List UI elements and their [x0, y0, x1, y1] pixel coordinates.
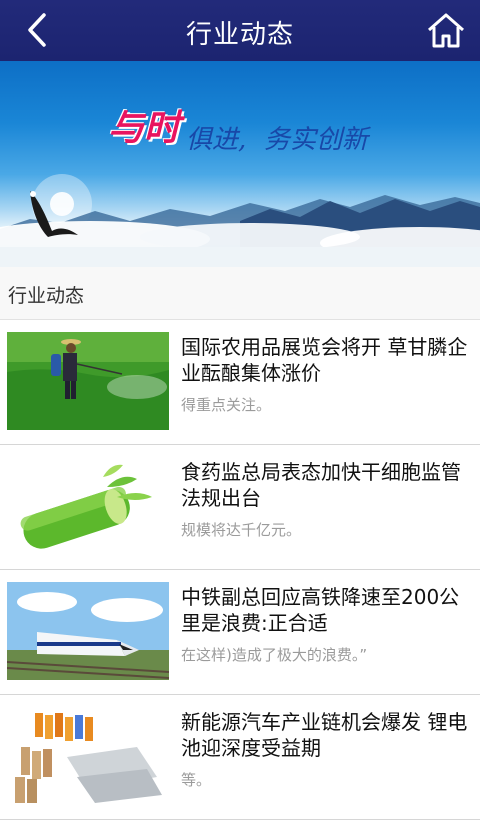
home-icon: [428, 13, 464, 48]
green-capsule-image: [7, 457, 169, 555]
high-speed-train-image: [7, 582, 169, 680]
news-item[interactable]: 国际农用品展览会将开 草甘膦企业酝酿集体涨价 得重点关注。: [0, 320, 480, 445]
news-thumbnail: [7, 457, 169, 555]
news-headline: 新能源汽车产业链机会爆发 锂电池迎深度受益期: [181, 710, 468, 760]
page-title: 行业动态: [185, 20, 294, 50]
lithium-batteries-image: [7, 707, 169, 805]
home-button[interactable]: [426, 10, 466, 50]
news-summary: 等。: [181, 771, 212, 789]
news-list: 国际农用品展览会将开 草甘膦企业酝酿集体涨价 得重点关注。 食药监总局表态加快干…: [0, 320, 480, 820]
news-item[interactable]: 中铁副总回应高铁降速至200公里是浪费:正合适 在这样)造成了极大的浪费。”: [0, 570, 480, 695]
news-thumbnail: [7, 332, 169, 430]
slogan-part2: 俱进,: [186, 125, 247, 155]
news-summary: 规模将达千亿元。: [181, 521, 302, 539]
news-summary: 在这样)造成了极大的浪费。”: [181, 646, 368, 664]
news-thumbnail: [7, 582, 169, 680]
news-headline: 食药监总局表态加快干细胞监管法规出台: [181, 460, 461, 510]
section-title: 行业动态: [0, 267, 480, 320]
slogan-part1: 与时: [108, 108, 181, 149]
farmer-spraying-image: [7, 332, 169, 430]
news-thumbnail: [7, 707, 169, 805]
banner-image[interactable]: 与时 俱进, 务实创新: [0, 61, 480, 267]
news-item[interactable]: 食药监总局表态加快干细胞监管法规出台 规模将达千亿元。: [0, 445, 480, 570]
news-headline: 国际农用品展览会将开 草甘膦企业酝酿集体涨价: [181, 335, 468, 385]
news-summary: 得重点关注。: [181, 396, 272, 414]
slogan-part3: 务实创新: [264, 125, 369, 155]
news-item[interactable]: 新能源汽车产业链机会爆发 锂电池迎深度受益期 等。: [0, 695, 480, 820]
news-headline: 中铁副总回应高铁降速至200公里是浪费:正合适: [181, 585, 460, 635]
top-bar: 行业动态: [0, 0, 480, 61]
banner-scenery: [0, 174, 480, 267]
